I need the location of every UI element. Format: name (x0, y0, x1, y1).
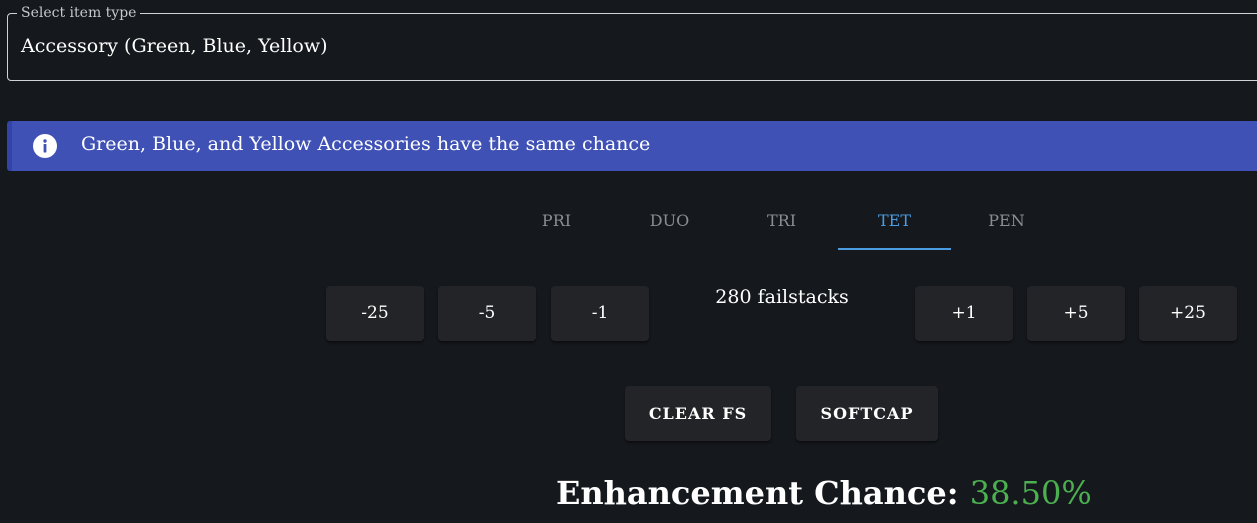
info-alert: Green, Blue, and Yellow Accessories have… (7, 121, 1257, 171)
enhancement-chance: Enhancement Chance: 38.50% (556, 473, 1092, 513)
tab-pen[interactable]: PEN (950, 196, 1063, 250)
tab-tet[interactable]: TET (838, 196, 951, 250)
item-type-select-label: Select item type (17, 5, 141, 21)
minus-25-button[interactable]: -25 (326, 286, 424, 341)
tab-pri[interactable]: PRI (500, 196, 613, 250)
failstack-count: 280 failstacks (715, 286, 849, 308)
info-icon (33, 134, 57, 158)
enhancement-chance-value: 38.50% (969, 474, 1092, 512)
item-type-select-value[interactable]: Accessory (Green, Blue, Yellow) (21, 35, 328, 57)
info-alert-text: Green, Blue, and Yellow Accessories have… (81, 133, 651, 155)
minus-1-button[interactable]: -1 (551, 286, 649, 341)
tab-duo[interactable]: DUO (613, 196, 726, 250)
plus-5-button[interactable]: +5 (1027, 286, 1125, 341)
clear-fs-button[interactable]: CLEAR FS (625, 386, 771, 441)
tab-tri[interactable]: TRI (725, 196, 838, 250)
softcap-button[interactable]: SOFTCAP (796, 386, 938, 441)
enhancement-chance-label: Enhancement Chance: (556, 474, 959, 512)
minus-5-button[interactable]: -5 (438, 286, 536, 341)
plus-1-button[interactable]: +1 (915, 286, 1013, 341)
enhancement-calculator: Select item type Accessory (Green, Blue,… (0, 0, 1257, 523)
item-type-select[interactable]: Select item type Accessory (Green, Blue,… (7, 5, 1257, 81)
plus-25-button[interactable]: +25 (1139, 286, 1237, 341)
